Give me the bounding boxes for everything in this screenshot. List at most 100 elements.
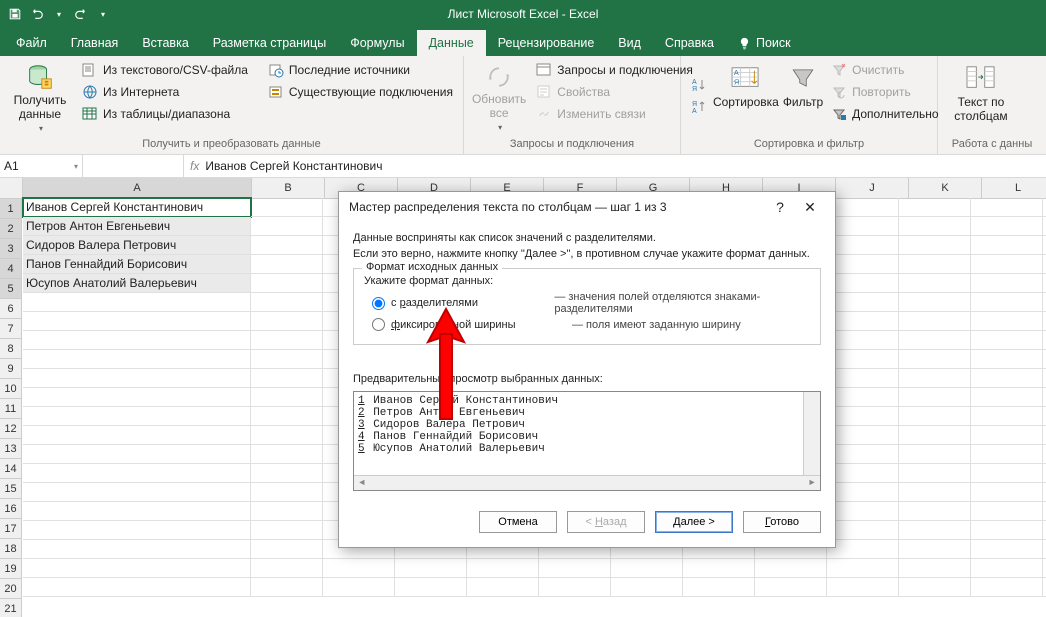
cell[interactable] [23,426,251,445]
tab-help[interactable]: Справка [653,30,726,56]
cell[interactable] [251,331,323,350]
row-header[interactable]: 5 [0,279,22,299]
cell[interactable] [251,502,323,521]
from-text-csv-button[interactable]: Из текстового/CSV-файла [78,60,252,80]
sort-button[interactable]: АЯ Сортировка [711,60,781,132]
cell[interactable] [899,502,971,521]
cell[interactable] [971,559,1043,578]
from-web-button[interactable]: Из Интернета [78,82,252,102]
cell[interactable] [899,426,971,445]
cell[interactable] [23,350,251,369]
qat-customize-icon[interactable]: ▾ [94,5,112,23]
preview-hscrollbar[interactable]: ◄► [354,475,820,490]
cell[interactable] [899,445,971,464]
cell[interactable] [971,445,1043,464]
cell[interactable] [23,369,251,388]
fixed-width-radio-input[interactable] [372,318,385,331]
row-header[interactable]: 18 [0,539,22,559]
cell[interactable] [251,350,323,369]
filter-button[interactable]: Фильтр [781,60,825,132]
chevron-down-icon[interactable]: ▾ [74,162,78,171]
recent-sources-button[interactable]: Последние источники [264,60,457,80]
cell[interactable] [827,217,899,236]
cell[interactable] [251,407,323,426]
cell[interactable] [971,521,1043,540]
refresh-all-button[interactable]: Обновить все ▾ [470,60,528,132]
cell[interactable] [971,255,1043,274]
cell[interactable] [827,407,899,426]
help-button[interactable]: ? [765,192,795,222]
cell[interactable] [611,559,683,578]
tab-view[interactable]: Вид [606,30,653,56]
finish-button[interactable]: Готово [743,511,821,533]
cell[interactable] [971,198,1043,217]
cell[interactable] [251,255,323,274]
row-header[interactable]: 1 [0,199,22,219]
cell[interactable] [971,312,1043,331]
column-header-B[interactable]: B [252,178,325,199]
close-button[interactable]: ✕ [795,192,825,222]
cell[interactable] [971,331,1043,350]
row-header[interactable]: 15 [0,479,22,499]
redo-icon[interactable] [72,5,90,23]
cell[interactable] [971,236,1043,255]
cell[interactable] [899,464,971,483]
cell[interactable]: Сидоров Валера Петрович [23,236,251,255]
cell[interactable] [23,540,251,559]
sort-asc-button[interactable]: АЯ [687,75,711,95]
column-header-K[interactable]: K [909,178,982,199]
cell[interactable] [899,540,971,559]
select-all-corner[interactable] [0,178,23,199]
undo-icon[interactable] [28,5,46,23]
cell[interactable] [971,540,1043,559]
cell[interactable] [971,578,1043,597]
cell[interactable] [971,464,1043,483]
cell[interactable]: Иванов Сергей Константинович [23,198,251,217]
cell[interactable] [899,369,971,388]
cell[interactable] [971,293,1043,312]
cell[interactable] [827,293,899,312]
row-header[interactable]: 21 [0,599,22,617]
cell[interactable] [827,521,899,540]
cell[interactable] [899,578,971,597]
cell[interactable] [971,388,1043,407]
cell[interactable] [323,578,395,597]
text-to-columns-button[interactable]: Текст по столбцам [944,60,1018,132]
cell[interactable] [23,407,251,426]
cell[interactable] [899,388,971,407]
cell[interactable] [23,312,251,331]
cell[interactable] [827,464,899,483]
row-header[interactable]: 2 [0,219,22,239]
cell[interactable] [251,236,323,255]
preview-vscrollbar[interactable] [803,392,820,476]
cell[interactable] [23,464,251,483]
advanced-filter-button[interactable]: Дополнительно [827,104,942,124]
row-header[interactable]: 11 [0,399,22,419]
tab-page-layout[interactable]: Разметка страницы [201,30,338,56]
save-icon[interactable] [6,5,24,23]
cell[interactable] [23,502,251,521]
cell[interactable] [827,198,899,217]
queries-connections-button[interactable]: Запросы и подключения [532,60,697,80]
cell[interactable] [539,578,611,597]
row-header[interactable]: 20 [0,579,22,599]
row-header[interactable]: 8 [0,339,22,359]
row-header[interactable]: 6 [0,299,22,319]
tab-formulas[interactable]: Формулы [338,30,416,56]
formula-input[interactable]: fxИванов Сергей Константинович [184,155,1046,177]
row-header[interactable]: 17 [0,519,22,539]
column-header-L[interactable]: L [982,178,1046,199]
row-header[interactable]: 12 [0,419,22,439]
cell[interactable] [971,217,1043,236]
cell[interactable] [251,388,323,407]
cell[interactable] [23,559,251,578]
cell[interactable] [827,445,899,464]
cell[interactable] [899,236,971,255]
tab-data[interactable]: Данные [417,30,486,56]
cell[interactable] [467,578,539,597]
tab-insert[interactable]: Вставка [130,30,200,56]
cell[interactable] [899,331,971,350]
cell[interactable] [827,578,899,597]
cell[interactable] [971,369,1043,388]
cell[interactable] [23,293,251,312]
